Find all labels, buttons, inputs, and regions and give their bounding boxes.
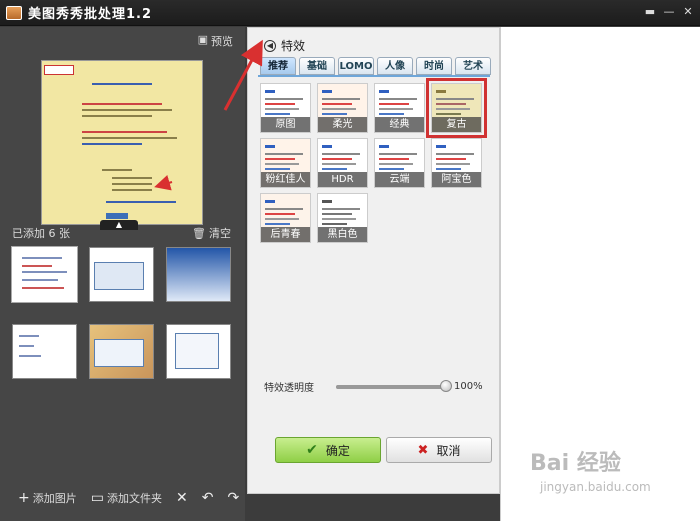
effect-post-youth[interactable]: 后青春 <box>260 193 311 243</box>
effect-pink-lady[interactable]: 粉红佳人 <box>260 138 311 188</box>
left-panel: ▣ 预览 ▲ 已添加 6 张 🗑 清空 + 添加图片 ▭ 添加文件夹 ✕ ↶ ↷ <box>0 27 245 521</box>
tab-basic[interactable]: 基础 <box>299 57 335 75</box>
preview-label: 预览 <box>211 35 233 48</box>
back-icon[interactable]: ◀ <box>264 39 276 52</box>
effects-header: ◀ 特效 <box>264 37 305 54</box>
rotate-right-icon[interactable]: ↷ <box>227 490 239 506</box>
main-preview-image <box>41 60 203 225</box>
clear-label: 清空 <box>209 227 231 240</box>
opacity-label: 特效透明度 <box>264 383 314 394</box>
effect-soft-light[interactable]: 柔光 <box>317 83 368 133</box>
trash-icon: 🗑 <box>192 226 206 240</box>
effects-panel: ◀ 特效 推荐 基础 LOMO 人像 时尚 艺术 原图 柔光 经典LOMO 复古… <box>247 27 500 494</box>
confirm-button[interactable]: ✔ 确定 <box>275 437 381 463</box>
delete-icon[interactable]: ✕ <box>176 490 188 506</box>
effect-cloud[interactable]: 云端 <box>374 138 425 188</box>
window-controls: ▬ — ✕ <box>642 4 696 20</box>
added-row: 已添加 6 张 🗑 清空 <box>0 224 245 242</box>
effect-tabs: 推荐 基础 LOMO 人像 时尚 艺术 <box>260 57 491 75</box>
preview-icon: ▣ <box>197 33 208 46</box>
tab-art[interactable]: 艺术 <box>455 57 491 75</box>
thumbnail[interactable] <box>89 323 154 379</box>
thumbnail[interactable] <box>89 247 154 302</box>
preview-button[interactable]: ▣ 预览 <box>198 33 233 49</box>
cancel-button[interactable]: ✖ 取消 <box>386 437 492 463</box>
plus-icon: + <box>18 490 30 506</box>
thumbnail[interactable] <box>166 323 231 379</box>
window-title: 美图秀秀批处理1.2 <box>28 7 153 22</box>
tab-portrait[interactable]: 人像 <box>377 57 413 75</box>
tab-underline <box>258 75 490 77</box>
title-bar: 美图秀秀批处理1.2 ▬ — ✕ <box>0 0 700 26</box>
app-icon <box>6 5 22 20</box>
effect-original[interactable]: 原图 <box>260 83 311 133</box>
effect-black-white[interactable]: 黑白色 <box>317 193 368 243</box>
thumbnail[interactable] <box>12 323 77 379</box>
effect-abao[interactable]: 阿宝色 <box>431 138 482 188</box>
opacity-slider-handle[interactable] <box>440 379 452 392</box>
effect-retro[interactable]: 复古 <box>426 78 487 138</box>
opacity-slider[interactable] <box>336 379 452 392</box>
add-folder-button[interactable]: ▭ 添加文件夹 <box>91 490 162 506</box>
check-icon: ✔ <box>306 442 318 458</box>
logo <box>44 65 74 75</box>
rotate-left-icon[interactable]: ↶ <box>202 490 214 506</box>
effect-hdr[interactable]: HDR <box>317 138 368 188</box>
bottom-toolbar: + 添加图片 ▭ 添加文件夹 ✕ ↶ ↷ <box>0 475 245 521</box>
effects-title: 特效 <box>281 39 306 53</box>
effect-grid: 原图 柔光 经典LOMO 复古 粉红佳人 HDR 云端 阿宝色 <box>260 78 492 243</box>
minimize-icon[interactable]: — <box>661 4 677 20</box>
opacity-row: 特效透明度 100% <box>264 379 484 394</box>
download-button-preview <box>106 213 128 219</box>
effect-classic-lomo[interactable]: 经典LOMO <box>374 83 425 133</box>
close-icon[interactable]: ✕ <box>680 4 696 20</box>
added-count: 已添加 6 张 <box>12 227 70 240</box>
thumbnail[interactable] <box>166 247 231 302</box>
tab-lomo[interactable]: LOMO <box>338 57 374 75</box>
folder-icon: ▭ <box>90 490 104 506</box>
thumbnail-grid <box>11 246 237 382</box>
x-icon: ✖ <box>417 442 429 458</box>
opacity-value: 100% <box>454 381 483 392</box>
tab-recommend[interactable]: 推荐 <box>260 57 296 75</box>
menu-icon[interactable]: ▬ <box>642 4 658 20</box>
add-image-button[interactable]: + 添加图片 <box>18 490 77 506</box>
thumbnail[interactable] <box>11 246 78 303</box>
clear-button[interactable]: 🗑 清空 <box>192 225 231 241</box>
watermark-url: jingyan.baidu.com <box>540 480 651 494</box>
action-buttons: ✔ 确定 ✖ 取消 <box>275 437 492 463</box>
watermark-brand: Bai 经验 <box>530 451 621 476</box>
opacity-slider-fill <box>336 384 446 389</box>
tab-fashion[interactable]: 时尚 <box>416 57 452 75</box>
